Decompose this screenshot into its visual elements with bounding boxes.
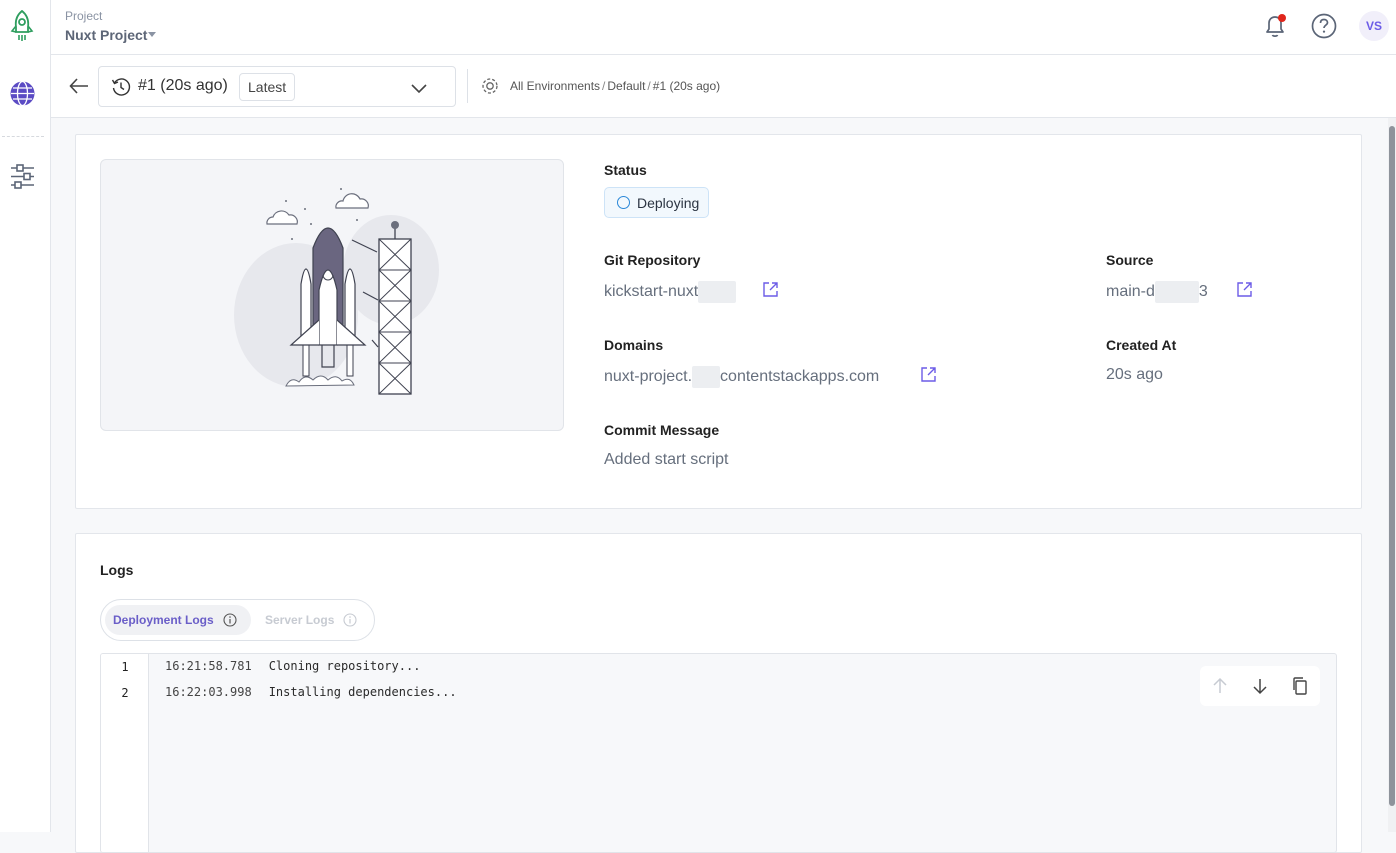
user-avatar[interactable]: VS — [1359, 11, 1389, 41]
redacted-text — [692, 366, 721, 388]
log-message: Installing dependencies... — [268, 685, 457, 699]
external-link-icon[interactable] — [762, 281, 779, 298]
history-icon — [111, 78, 131, 96]
source-label: Source — [1106, 252, 1154, 268]
left-rail — [0, 0, 51, 832]
arrow-down-icon[interactable] — [1250, 676, 1270, 696]
commit-message-value: Added start script — [604, 451, 729, 468]
status-label: Status — [604, 162, 647, 178]
sliders-icon[interactable] — [9, 163, 36, 190]
project-label: Project — [65, 9, 103, 23]
redacted-text — [1154, 281, 1199, 303]
project-switcher[interactable]: Nuxt Project — [65, 27, 147, 43]
status-badge: Deploying — [604, 187, 710, 218]
line-number: 2 — [121, 686, 129, 700]
logs-card: Logs Deployment Logs Server Logs 1 2 16:… — [75, 533, 1362, 853]
log-message: Cloning repository... — [268, 659, 421, 673]
copy-icon[interactable] — [1290, 676, 1310, 696]
rocket-logo-icon[interactable] — [9, 10, 35, 42]
log-viewer[interactable]: 1 2 16:21:58.781 Cloning repository... 16… — [100, 653, 1337, 853]
source-prefix: main-d — [1106, 283, 1155, 301]
scrollbar-thumb[interactable] — [1389, 126, 1395, 806]
git-repository-name: kickstart-nuxt — [604, 283, 699, 301]
log-timestamp: 16:22:03.998 — [165, 685, 252, 699]
tab-server-logs[interactable]: Server Logs — [259, 605, 363, 635]
tab-label: Server Logs — [265, 613, 335, 627]
external-link-icon[interactable] — [920, 366, 937, 383]
git-repository-value: kickstart-nuxt — [604, 281, 737, 303]
chevron-down-icon — [411, 84, 427, 94]
breadcrumb-default[interactable]: Default — [607, 79, 645, 93]
git-repository-label: Git Repository — [604, 252, 701, 268]
globe-icon[interactable] — [10, 81, 35, 106]
info-icon — [223, 613, 237, 627]
caret-down-icon[interactable] — [148, 32, 156, 37]
created-at-label: Created At — [1106, 337, 1177, 353]
source-value: main-d 3 — [1106, 281, 1208, 303]
arrow-up-icon[interactable] — [1210, 676, 1230, 696]
tab-label: Deployment Logs — [113, 613, 214, 627]
domains-value[interactable]: nuxt-project. contentstackapps.com — [604, 366, 879, 388]
status-value: Deploying — [637, 194, 700, 211]
created-at-value: 20s ago — [1106, 366, 1163, 383]
environment-icon — [482, 78, 498, 94]
logs-title: Logs — [100, 562, 134, 578]
domains-label: Domains — [604, 337, 664, 353]
help-icon[interactable] — [1310, 12, 1338, 40]
log-line: 16:21:58.781 Cloning repository... — [165, 659, 420, 673]
redacted-text — [698, 281, 737, 303]
deployment-summary-card: Status Deploying Git Repository kickstar… — [75, 134, 1362, 509]
commit-message-label: Commit Message — [604, 422, 720, 438]
log-toolbar — [1200, 666, 1320, 706]
latest-badge: Latest — [239, 73, 296, 101]
domain-suffix: contentstackapps.com — [720, 368, 880, 386]
source-suffix: 3 — [1198, 283, 1208, 301]
notification-dot — [1278, 14, 1286, 22]
deployment-select[interactable]: #1 (20s ago) Latest — [98, 66, 456, 107]
external-link-icon[interactable] — [1236, 281, 1253, 298]
breadcrumb-deployment: #1 (20s ago) — [652, 79, 721, 93]
tab-deployment-logs[interactable]: Deployment Logs — [105, 605, 251, 635]
info-icon — [343, 613, 357, 627]
status-ring-icon — [617, 196, 630, 209]
rocket-illustration — [100, 159, 564, 431]
arrow-left-icon[interactable] — [68, 75, 90, 97]
toolbar-divider — [467, 69, 468, 103]
breadcrumb-environments[interactable]: All Environments — [510, 79, 600, 93]
domain-prefix: nuxt-project. — [604, 368, 693, 386]
selected-deployment: #1 (20s ago) — [138, 77, 228, 94]
log-timestamp: 16:21:58.781 — [165, 659, 252, 673]
log-line: 16:22:03.998 Installing dependencies... — [165, 685, 457, 699]
line-number-gutter — [101, 654, 149, 852]
deployment-toolbar: #1 (20s ago) Latest All Environments / Def… — [51, 55, 1396, 118]
breadcrumb: All Environments / Default / #1 (20s ago) — [510, 79, 721, 93]
rail-divider — [2, 136, 44, 137]
top-header: Project Nuxt Project VS — [51, 0, 1396, 55]
logs-tabs: Deployment Logs Server Logs — [100, 599, 375, 641]
line-number: 1 — [121, 660, 129, 674]
